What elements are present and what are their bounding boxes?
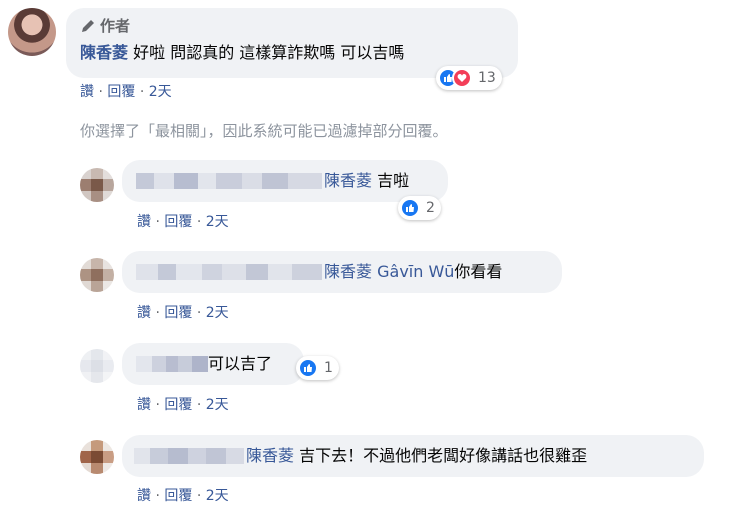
mention-link[interactable]: 陳香菱 <box>324 262 372 281</box>
reply-actions: 讚 · 回覆 · 2天 <box>137 488 229 504</box>
reaction-summary[interactable]: 1 <box>296 356 339 380</box>
reply-link[interactable]: 回覆 <box>164 397 192 413</box>
timestamp-link[interactable]: 2天 <box>206 214 229 230</box>
reply-link[interactable]: 回覆 <box>107 84 135 100</box>
reply-link[interactable]: 回覆 <box>164 305 192 321</box>
reaction-summary[interactable]: 2 <box>398 196 441 220</box>
love-reaction-icon <box>452 68 472 88</box>
reply-bubble: 可以吉了 <box>122 343 304 385</box>
like-link[interactable]: 讚 <box>137 305 151 321</box>
blurred-name <box>134 448 244 464</box>
author-tag-label: 作者 <box>100 17 131 35</box>
timestamp-link[interactable]: 2天 <box>206 397 229 413</box>
reply-text: 吉下去！不過他們老闆好像講話也很雞歪 <box>299 446 588 465</box>
reply-actions: 讚 · 回覆 · 2天 <box>137 397 229 413</box>
reply-text: 吉啦 <box>377 171 410 190</box>
reply-actions: 讚 · 回覆 · 2天 <box>137 214 229 230</box>
reply-bubble: 陳香菱 吉啦 <box>122 160 448 202</box>
reply-text: 你看看 <box>454 262 503 281</box>
like-link[interactable]: 讚 <box>137 397 151 413</box>
reply-avatar[interactable] <box>80 258 114 292</box>
filter-notice: 你選擇了「最相關」，因此系統可能已過濾掉部分回覆。 <box>80 122 448 140</box>
mention-link[interactable]: 陳香菱 <box>246 446 294 465</box>
mention-link[interactable]: 陳香菱 <box>324 171 372 190</box>
reaction-count: 1 <box>324 360 333 376</box>
like-link[interactable]: 讚 <box>137 488 151 504</box>
comment-text: 好啦 問認真的 這樣算詐欺嗎 可以吉嗎 <box>133 43 405 62</box>
timestamp-link[interactable]: 2天 <box>149 84 172 100</box>
reply-avatar[interactable] <box>80 168 114 202</box>
like-reaction-icon <box>400 198 420 218</box>
reply-avatar[interactable] <box>80 440 114 474</box>
reply-avatar[interactable] <box>80 349 114 383</box>
reply-link[interactable]: 回覆 <box>164 214 192 230</box>
reaction-count: 2 <box>426 200 435 216</box>
like-link[interactable]: 讚 <box>137 214 151 230</box>
reply-bubble: 陳香菱 吉下去！不過他們老闆好像講話也很雞歪 <box>122 435 704 477</box>
blurred-name <box>136 264 322 280</box>
reaction-count: 13 <box>478 70 496 86</box>
comment-actions: 讚 · 回覆 · 2天 <box>80 84 172 100</box>
reply-link[interactable]: 回覆 <box>164 488 192 504</box>
reply-bubble: 陳香菱 Gâvīn Wū你看看 <box>122 251 562 293</box>
blurred-name <box>136 356 208 372</box>
author-avatar[interactable] <box>8 8 56 56</box>
reply-text: 可以吉了 <box>208 354 273 373</box>
reply-actions: 讚 · 回覆 · 2天 <box>137 305 229 321</box>
blurred-name <box>136 173 322 189</box>
timestamp-link[interactable]: 2天 <box>206 488 229 504</box>
like-reaction-icon <box>298 358 318 378</box>
author-badge: 作者 <box>80 15 130 36</box>
mention-link-2[interactable]: Gâvīn Wū <box>377 262 454 281</box>
like-link[interactable]: 讚 <box>80 84 94 100</box>
author-name[interactable]: 陳香菱 <box>80 43 128 62</box>
timestamp-link[interactable]: 2天 <box>206 305 229 321</box>
reaction-summary[interactable]: 13 <box>436 66 502 90</box>
pencil-icon <box>82 19 94 32</box>
